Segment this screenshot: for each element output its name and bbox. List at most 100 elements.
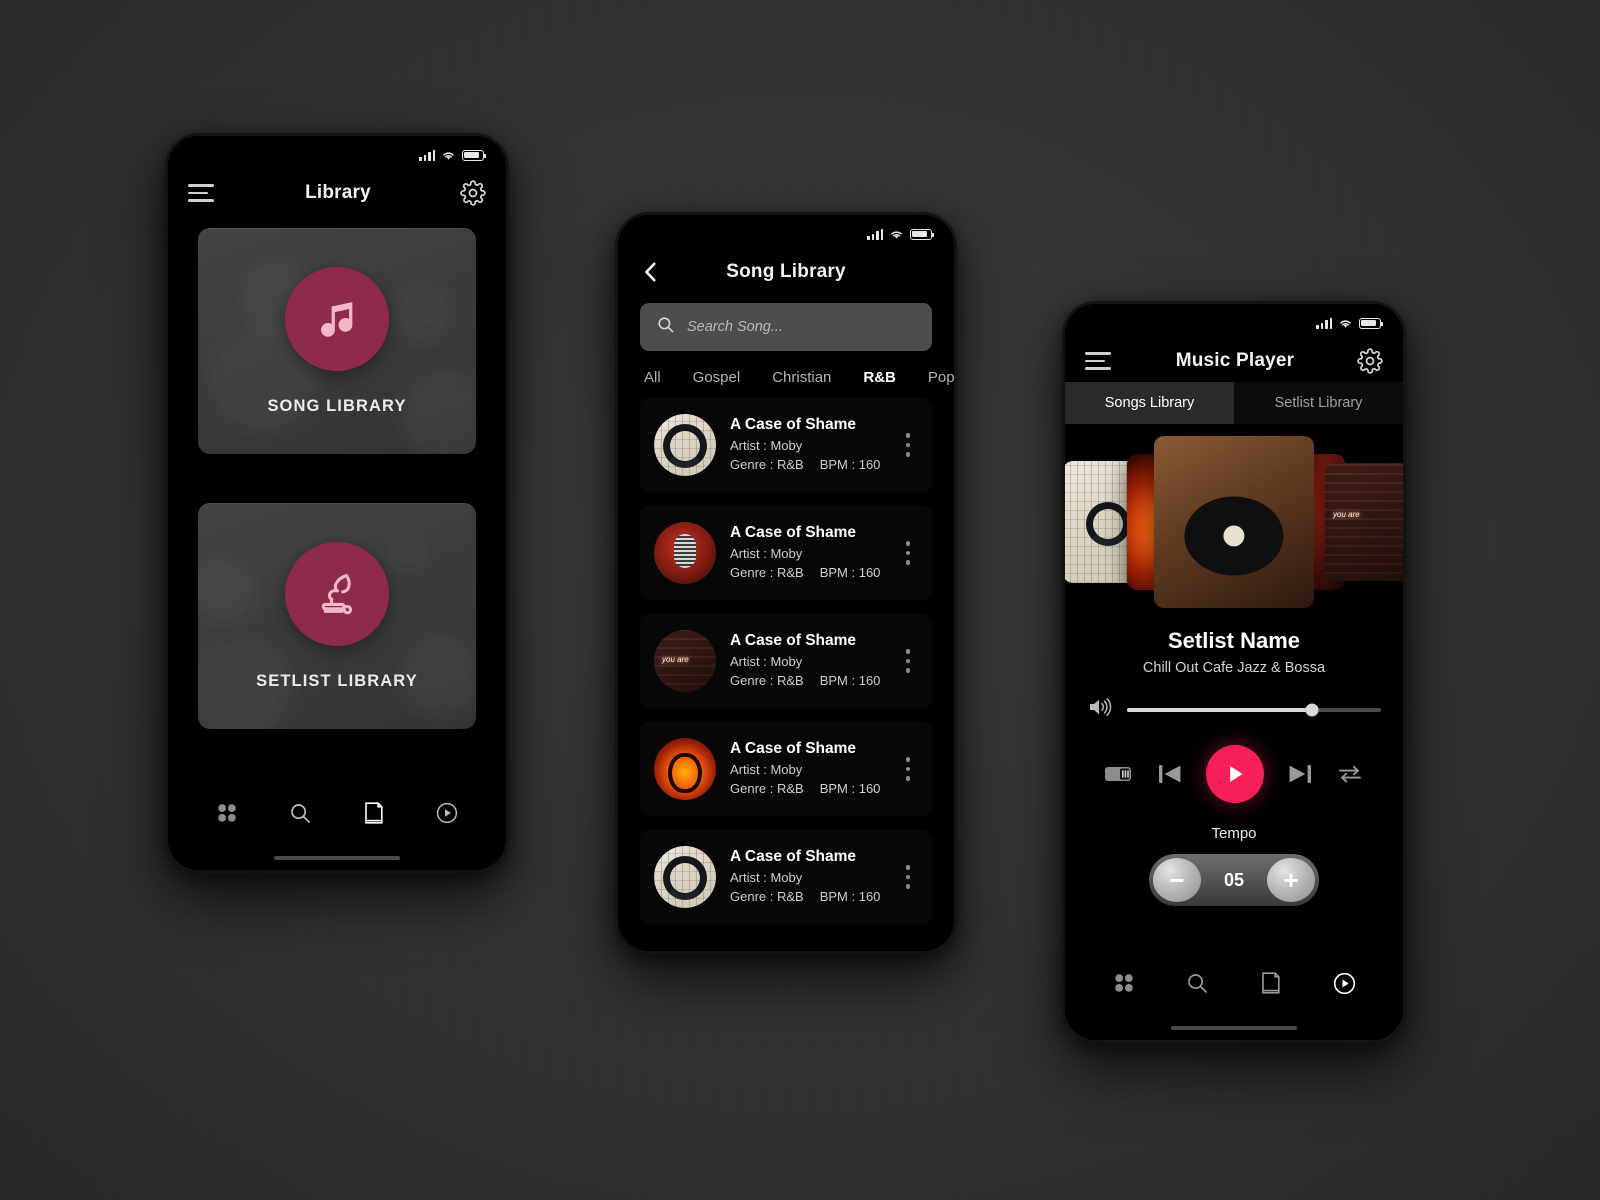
- setlist-info: Setlist Name Chill Out Cafe Jazz & Bossa: [1065, 628, 1403, 676]
- phone-music-player-screen: Music Player Songs Library Setlist Libra…: [1062, 301, 1406, 1043]
- bottom-navigation: [1065, 948, 1403, 1040]
- table-row[interactable]: A Case of Shame Artist : Moby Genre : R&…: [640, 614, 932, 708]
- search-area: [618, 293, 954, 351]
- music-player-app-bar: Music Player: [1065, 334, 1403, 382]
- cellular-signal-icon: [867, 228, 883, 240]
- song-artist: Artist : Moby: [730, 762, 803, 778]
- cellular-signal-icon: [1316, 317, 1332, 329]
- search-icon[interactable]: [283, 796, 317, 830]
- volume-slider-thumb[interactable]: [1305, 703, 1319, 716]
- decorative-blob: [198, 559, 256, 623]
- table-row[interactable]: A Case of Shame Artist : Moby Genre : R&…: [640, 722, 932, 816]
- battery-icon: [910, 228, 935, 240]
- gear-icon[interactable]: [460, 180, 486, 206]
- song-info: A Case of Shame Artist : Moby Genre : R&…: [730, 524, 884, 582]
- grid-icon[interactable]: [210, 796, 244, 830]
- song-info: A Case of Shame Artist : Moby Genre : R&…: [730, 632, 884, 690]
- genre-tab-rnb[interactable]: R&B: [863, 369, 896, 386]
- volume-slider[interactable]: [1127, 703, 1381, 716]
- song-artist: Artist : Moby: [730, 870, 803, 886]
- book-icon[interactable]: [357, 796, 391, 830]
- gear-icon[interactable]: [1357, 348, 1383, 374]
- library-tabs: Songs Library Setlist Library: [1065, 382, 1403, 424]
- library-cards: SONG LIBRARY SETLIST LIBRARY: [168, 214, 506, 729]
- hamburger-menu-icon[interactable]: [1085, 352, 1113, 370]
- play-circle-icon[interactable]: [430, 796, 464, 830]
- tempo-increase-button[interactable]: +: [1267, 858, 1315, 902]
- grid-icon[interactable]: [1107, 966, 1141, 1000]
- song-artist: Artist : Moby: [730, 546, 803, 562]
- microphone-artwork: [654, 522, 716, 584]
- neon-sign-artwork: [1325, 463, 1403, 581]
- metronome-icon[interactable]: [1104, 763, 1134, 785]
- gramophone-icon: [285, 541, 389, 646]
- wifi-icon: [889, 229, 904, 240]
- cellular-signal-icon: [419, 149, 435, 161]
- song-library-card[interactable]: SONG LIBRARY: [198, 228, 476, 454]
- genre-tabs: All Gospel Christian R&B Pop: [618, 351, 954, 398]
- carousel-item[interactable]: [1325, 463, 1403, 581]
- song-library-card-label: SONG LIBRARY: [267, 396, 407, 415]
- song-title: A Case of Shame: [730, 848, 857, 866]
- wifi-icon: [1338, 318, 1353, 329]
- song-title: A Case of Shame: [730, 416, 857, 434]
- page-title: Library: [305, 182, 371, 203]
- book-icon[interactable]: [1254, 966, 1288, 1000]
- previous-track-icon[interactable]: [1156, 760, 1184, 788]
- genre-tab-pop[interactable]: Pop: [928, 369, 954, 386]
- setlist-library-card[interactable]: SETLIST LIBRARY: [198, 503, 476, 729]
- playback-controls: [1065, 745, 1403, 803]
- home-indicator: [274, 855, 400, 860]
- song-title: A Case of Shame: [730, 740, 857, 758]
- song-genre-bpm: Genre : R&B BPM : 160: [730, 672, 881, 688]
- hamburger-menu-icon[interactable]: [188, 184, 216, 202]
- page-title: Music Player: [1175, 350, 1295, 371]
- carousel-item-active[interactable]: [1154, 436, 1314, 608]
- tempo-row: − 05 +: [1065, 854, 1403, 906]
- genre-tab-gospel[interactable]: Gospel: [693, 369, 741, 386]
- tab-setlist-library[interactable]: Setlist Library: [1234, 382, 1403, 424]
- decorative-blob: [394, 284, 452, 342]
- tab-songs-library[interactable]: Songs Library: [1065, 382, 1234, 424]
- repeat-icon[interactable]: [1336, 762, 1364, 786]
- genre-tab-christian[interactable]: Christian: [772, 369, 831, 386]
- next-track-icon[interactable]: [1286, 760, 1314, 788]
- flaming-guitar-artwork: [654, 738, 716, 800]
- headphones-artwork: [654, 414, 716, 476]
- song-genre-bpm: Genre : R&B BPM : 160: [730, 456, 881, 472]
- search-icon: [656, 315, 675, 339]
- turntable-artwork: [1154, 436, 1314, 608]
- play-circle-icon[interactable]: [1327, 966, 1361, 1000]
- play-button[interactable]: [1206, 745, 1264, 803]
- kebab-menu-icon[interactable]: [898, 865, 918, 889]
- song-list: A Case of Shame Artist : Moby Genre : R&…: [618, 398, 954, 924]
- table-row[interactable]: A Case of Shame Artist : Moby Genre : R&…: [640, 830, 932, 924]
- kebab-menu-icon[interactable]: [898, 649, 918, 673]
- kebab-menu-icon[interactable]: [898, 433, 918, 457]
- search-box[interactable]: [640, 303, 932, 351]
- kebab-menu-icon[interactable]: [898, 757, 918, 781]
- kebab-menu-icon[interactable]: [898, 541, 918, 565]
- setlist-name: Setlist Name: [1167, 628, 1301, 653]
- library-app-bar: Library: [168, 166, 506, 214]
- song-artist: Artist : Moby: [730, 438, 803, 454]
- song-title: A Case of Shame: [730, 524, 857, 542]
- table-row[interactable]: A Case of Shame Artist : Moby Genre : R&…: [640, 398, 932, 492]
- back-chevron-icon[interactable]: [638, 259, 664, 285]
- song-info: A Case of Shame Artist : Moby Genre : R&…: [730, 416, 884, 474]
- album-art-carousel[interactable]: [1065, 432, 1403, 612]
- volume-icon[interactable]: [1087, 696, 1113, 723]
- music-note-icon: [285, 266, 389, 371]
- table-row[interactable]: A Case of Shame Artist : Moby Genre : R&…: [640, 506, 932, 600]
- volume-row: [1065, 676, 1403, 723]
- tempo-decrease-button[interactable]: −: [1153, 858, 1201, 902]
- search-icon[interactable]: [1180, 966, 1214, 1000]
- home-indicator: [1171, 1025, 1297, 1030]
- bottom-navigation: [168, 778, 506, 870]
- volume-slider-fill: [1127, 707, 1313, 712]
- setlist-subtitle: Chill Out Cafe Jazz & Bossa: [1142, 660, 1326, 676]
- search-input[interactable]: [687, 319, 916, 335]
- genre-tab-all[interactable]: All: [644, 369, 661, 386]
- status-bar: [618, 215, 954, 245]
- song-artist: Artist : Moby: [730, 654, 803, 670]
